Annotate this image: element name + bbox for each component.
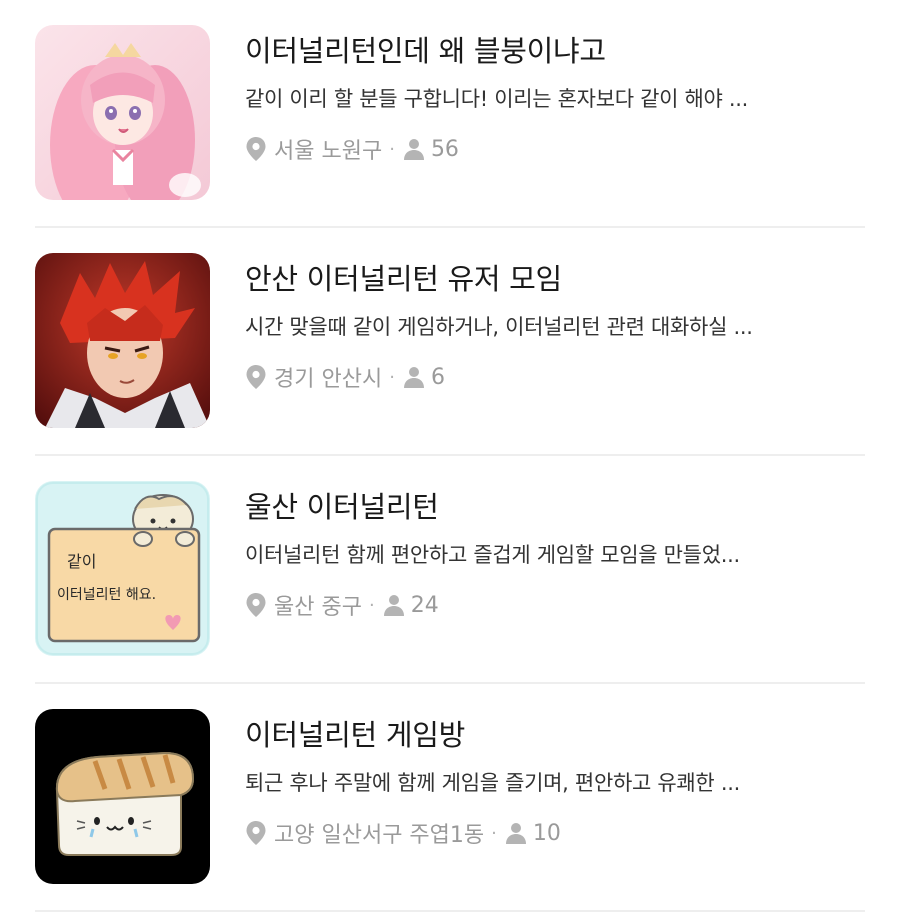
group-member-count: 24	[410, 592, 439, 618]
person-icon	[403, 367, 424, 388]
location-pin-icon	[246, 593, 266, 617]
group-title[interactable]: 울산 이터널리턴	[245, 484, 439, 526]
anime-girl-thumbnail	[35, 25, 210, 200]
location-pin-icon	[246, 365, 266, 389]
group-description: 시간 맞을때 같이 게임하거나, 이터널리턴 관련 대화하실 ...	[245, 315, 753, 339]
group-member-count: 10	[532, 820, 561, 846]
group-thumbnail	[35, 253, 210, 428]
group-meta: 고양 일산서구 주엽1동 · 10	[245, 817, 561, 849]
meta-separator: ·	[491, 822, 497, 844]
group-thumbnail	[35, 709, 210, 884]
group-list-item[interactable]: 같이 이터널리턴 해요. 울산 이터널리턴 이터널리턴 함께 편안하고 즐겁게 …	[35, 456, 865, 684]
group-thumbnail	[35, 25, 210, 200]
group-list-item[interactable]: 안산 이터널리턴 유저 모임 시간 맞을때 같이 게임하거나, 이터널리턴 관련…	[35, 228, 865, 456]
group-member-count: 6	[430, 364, 445, 390]
group-meta: 경기 안산시 · 6	[245, 361, 445, 393]
group-location: 고양 일산서구 주엽1동	[274, 823, 485, 848]
group-thumbnail: 같이 이터널리턴 해요.	[35, 481, 210, 656]
group-title[interactable]: 이터널리턴인데 왜 블붕이냐고	[245, 28, 606, 70]
group-location: 경기 안산시	[274, 367, 383, 392]
group-title[interactable]: 안산 이터널리턴 유저 모임	[245, 256, 562, 298]
group-title[interactable]: 이터널리턴 게임방	[245, 712, 465, 754]
bread-cat-thumbnail	[35, 709, 210, 884]
note-text-line1: 같이	[67, 552, 96, 571]
group-meta: 서울 노원구 · 56	[245, 133, 459, 165]
group-member-count: 56	[430, 136, 459, 162]
group-location: 울산 중구	[274, 595, 362, 620]
group-list-item[interactable]: 이터널리턴 게임방 퇴근 후나 주말에 함께 게임을 즐기며, 편안하고 유쾌한…	[35, 684, 865, 912]
group-description: 이터널리턴 함께 편안하고 즐겁게 게임할 모임을 만들었...	[245, 543, 740, 567]
group-description: 퇴근 후나 주말에 함께 게임을 즐기며, 편안하고 유쾌한 ...	[245, 771, 740, 795]
group-meta: 울산 중구 · 24	[245, 589, 439, 621]
group-list-item[interactable]: 이터널리턴인데 왜 블붕이냐고 같이 이리 할 분들 구합니다! 이리는 혼자보…	[35, 0, 865, 228]
meta-separator: ·	[368, 594, 375, 616]
group-location: 서울 노원구	[274, 139, 383, 164]
person-icon	[403, 139, 424, 160]
note-text-line2: 이터널리턴 해요.	[57, 587, 156, 603]
cat-note-thumbnail: 같이 이터널리턴 해요.	[35, 481, 210, 656]
location-pin-icon	[246, 821, 266, 845]
person-icon	[505, 823, 526, 844]
person-icon	[383, 595, 404, 616]
anime-boy-thumbnail	[35, 253, 210, 428]
meta-separator: ·	[389, 138, 395, 160]
group-list: 이터널리턴인데 왜 블붕이냐고 같이 이리 할 분들 구합니다! 이리는 혼자보…	[0, 0, 900, 917]
meta-separator: ·	[389, 366, 395, 388]
location-pin-icon	[246, 137, 266, 161]
group-description: 같이 이리 할 분들 구합니다! 이리는 혼자보다 같이 해야 ...	[245, 87, 749, 111]
